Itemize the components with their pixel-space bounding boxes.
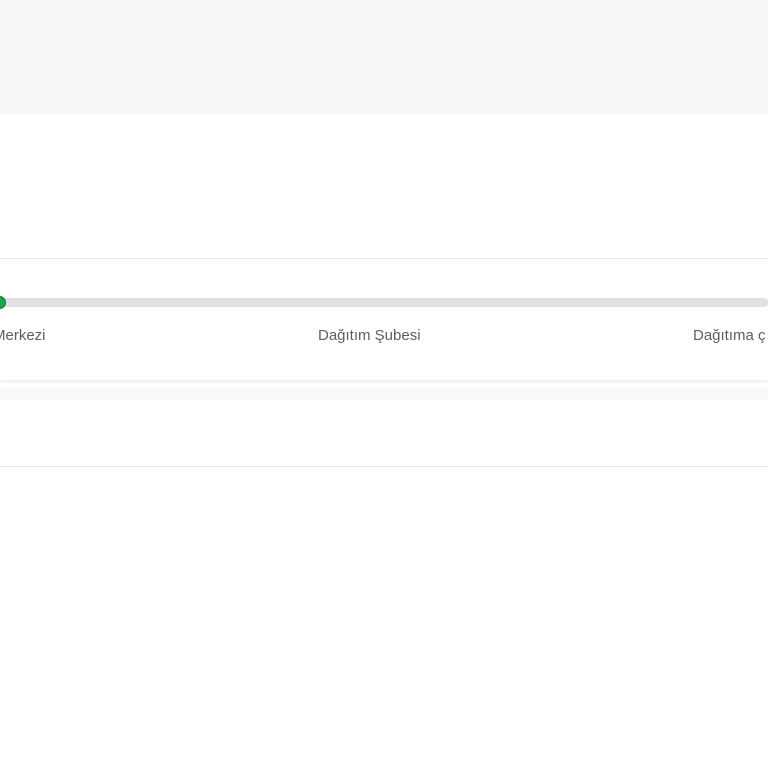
step-label-distribution-branch: Dağıtım Şubesi — [318, 327, 421, 344]
section-spacer — [0, 388, 768, 400]
step-label-transfer-center: Merkezi — [0, 327, 46, 344]
header-band — [0, 0, 768, 114]
shipment-tracker-card: Merkezi Dağıtım Şubesi Dağıtıma ç — [0, 258, 768, 380]
progress-track — [0, 298, 768, 307]
section-divider — [0, 466, 768, 467]
step-label-out-for-delivery: Dağıtıma ç — [693, 327, 766, 344]
